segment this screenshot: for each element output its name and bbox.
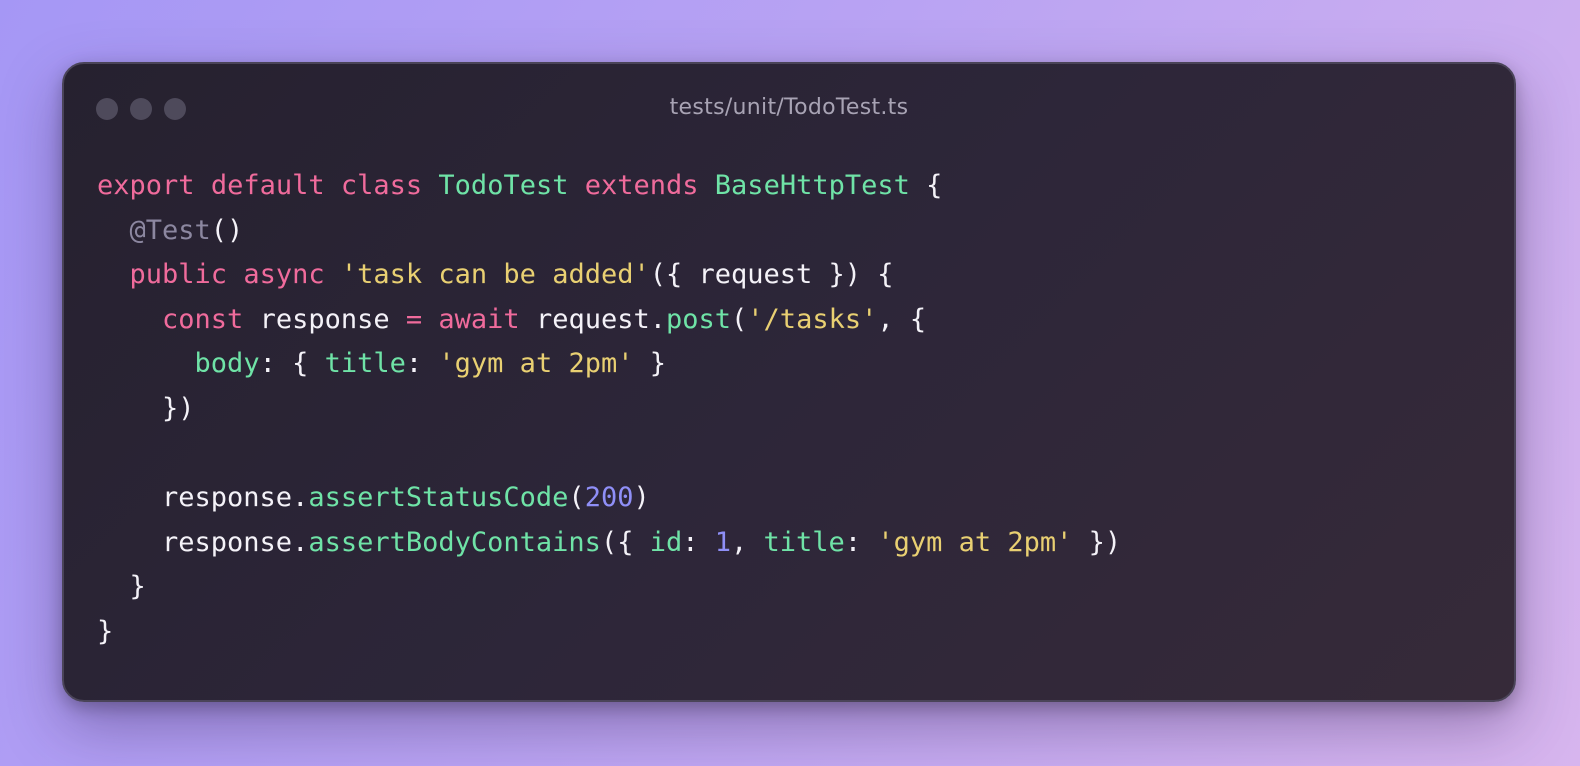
keyword-token: const bbox=[162, 303, 244, 335]
decorator-token: @Test bbox=[129, 214, 211, 246]
code-line: export default class TodoTest extends Ba… bbox=[97, 164, 1121, 209]
keyword-token: async bbox=[243, 259, 325, 291]
code-window: tests/unit/TodoTest.ts export default cl… bbox=[62, 62, 1516, 702]
plain-token: } bbox=[633, 348, 666, 380]
code-line: response.assertBodyContains({ id: 1, tit… bbox=[97, 521, 1121, 566]
plain-token: , { bbox=[877, 303, 927, 335]
string-token: '/tasks' bbox=[747, 303, 878, 335]
plain-token: ( bbox=[568, 482, 585, 514]
string-token: 'gym at 2pm' bbox=[438, 348, 634, 380]
plain-token: : bbox=[405, 348, 439, 380]
code-line: body: { title: 'gym at 2pm' } bbox=[97, 342, 1121, 387]
code-line: response.assertStatusCode(200) bbox=[97, 476, 1121, 521]
plain-token: ) bbox=[633, 482, 650, 514]
function-token: post bbox=[666, 303, 732, 335]
plain-token: () bbox=[210, 214, 244, 246]
code-line: public async 'task can be added'({ reque… bbox=[97, 253, 1121, 298]
function-token: assertStatusCode bbox=[308, 482, 569, 514]
plain-token: response. bbox=[97, 526, 309, 558]
plain-token: ({ bbox=[600, 526, 650, 558]
code-line: }) bbox=[97, 387, 1121, 432]
plain-token: : bbox=[844, 526, 878, 558]
window-titlebar: tests/unit/TodoTest.ts bbox=[64, 64, 1514, 156]
plain-token: }) bbox=[1072, 526, 1122, 558]
plain-token: ({ request }) { bbox=[649, 259, 894, 291]
keyword-token: public bbox=[129, 259, 228, 291]
keyword-token: extends bbox=[584, 170, 699, 201]
plain-token: } bbox=[97, 615, 114, 647]
class-name-token: BaseHttpTest bbox=[714, 170, 910, 201]
code-line: const response = await request.post('/ta… bbox=[97, 298, 1121, 343]
property-token: title bbox=[763, 526, 845, 558]
keyword-token: export bbox=[97, 170, 195, 201]
code-line: } bbox=[97, 565, 1121, 610]
plain-token: response bbox=[243, 303, 406, 335]
class-name-token: TodoTest bbox=[438, 170, 569, 201]
plain-token: } bbox=[97, 571, 146, 603]
code-line: @Test() bbox=[97, 209, 1121, 254]
plain-token: , bbox=[731, 526, 764, 558]
keyword-token: await bbox=[438, 303, 520, 335]
keyword-token: class bbox=[340, 170, 423, 201]
plain-token: : bbox=[682, 526, 715, 558]
code-block: export default class TodoTest extends Ba… bbox=[97, 164, 1121, 655]
plain-token: request. bbox=[519, 303, 666, 335]
function-token: assertBodyContains bbox=[308, 526, 601, 558]
string-token: 'gym at 2pm' bbox=[877, 526, 1073, 558]
number-token: 1 bbox=[714, 526, 732, 558]
plain-token: ( bbox=[731, 303, 748, 335]
plain-token: }) bbox=[97, 392, 195, 424]
number-token: 200 bbox=[584, 482, 634, 514]
string-token: 'task can be added' bbox=[340, 259, 650, 291]
file-path-title: tests/unit/TodoTest.ts bbox=[669, 95, 909, 120]
keyword-token: default bbox=[210, 170, 325, 201]
plain-token: : { bbox=[259, 348, 325, 380]
property-token: id bbox=[649, 526, 683, 558]
plain-token: response. bbox=[97, 482, 309, 514]
property-token: body bbox=[194, 348, 260, 380]
plain-token: { bbox=[909, 170, 943, 201]
property-token: title bbox=[324, 348, 406, 380]
code-line: } bbox=[97, 610, 1121, 655]
keyword-token: = bbox=[405, 303, 423, 335]
